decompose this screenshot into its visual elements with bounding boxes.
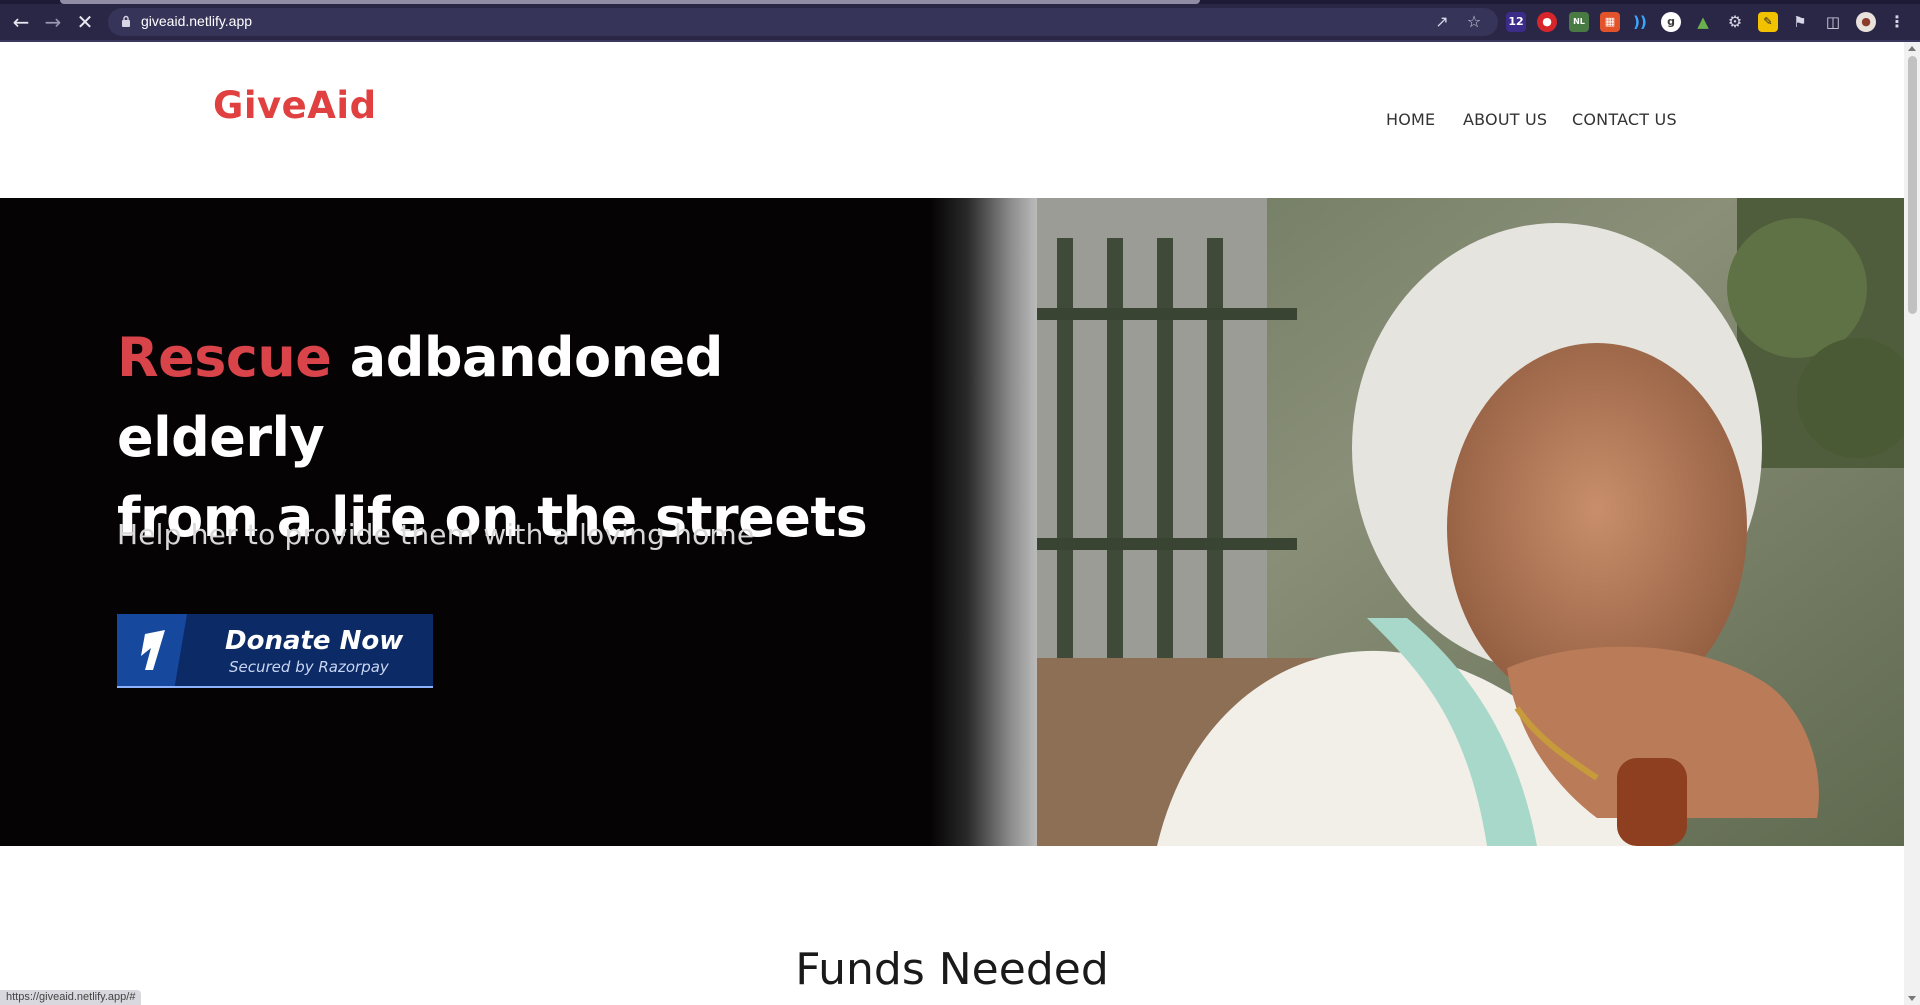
funds-needed-heading: Funds Needed — [795, 944, 1109, 995]
scrollbar-thumb[interactable] — [1908, 56, 1917, 314]
more-menu-icon[interactable]: ⋮ — [1887, 12, 1907, 32]
settings-gear-icon[interactable]: ⚙ — [1725, 12, 1745, 32]
hero-subtitle: Help her to provide them with a loving h… — [117, 518, 755, 551]
hero-gradient-divider — [930, 198, 1038, 846]
stop-loading-icon[interactable]: ✕ — [74, 11, 96, 33]
share-icon[interactable]: ↗ — [1431, 11, 1453, 33]
nav-contact-link[interactable]: CONTACT US — [1572, 110, 1677, 129]
office-extension-icon[interactable]: ▦ — [1600, 12, 1620, 32]
web-page: GiveAid HOME ABOUT US CONTACT US Rescue … — [0, 42, 1904, 1005]
page-scrollbar[interactable] — [1904, 42, 1920, 1005]
notes-extension-icon[interactable]: ✎ — [1758, 12, 1778, 32]
razorpay-logo-icon — [141, 630, 165, 670]
nl-extension-icon[interactable]: NL — [1569, 12, 1589, 32]
extensions-puzzle-icon[interactable]: ⚑ — [1790, 12, 1810, 32]
nav-about-link[interactable]: ABOUT US — [1463, 110, 1547, 129]
elderly-woman-photo — [1037, 198, 1904, 846]
active-tab-indicator[interactable] — [60, 0, 1200, 4]
lock-icon — [122, 15, 130, 27]
bookmark-star-icon[interactable]: ☆ — [1463, 11, 1485, 33]
back-arrow-icon[interactable]: ← — [10, 11, 32, 33]
donate-button-subtitle: Secured by Razorpay — [229, 658, 389, 676]
side-panel-icon[interactable]: ◫ — [1823, 12, 1843, 32]
hero-banner: Rescue adbandoned elderly from a life on… — [0, 198, 1904, 846]
grammar-extension-icon[interactable]: g — [1661, 12, 1681, 32]
profile-avatar[interactable]: ● — [1856, 12, 1876, 32]
nav-home-link[interactable]: HOME — [1386, 110, 1435, 129]
scroll-up-arrow-icon[interactable] — [1908, 46, 1916, 51]
site-logo[interactable]: GiveAid — [213, 84, 377, 127]
adblock-extension-icon[interactable]: ● — [1537, 12, 1557, 32]
tab-strip — [0, 0, 1920, 4]
scroll-down-arrow-icon[interactable] — [1908, 996, 1916, 1001]
forward-arrow-icon[interactable]: → — [42, 11, 64, 33]
headline-accent-word: Rescue — [117, 326, 332, 389]
address-bar-url[interactable]: giveaid.netlify.app — [141, 13, 252, 29]
browser-toolbar: ← → ✕ giveaid.netlify.app ↗ ☆ 12 ● NL ▦ … — [0, 0, 1920, 42]
address-bar[interactable] — [108, 8, 1498, 36]
sound-extension-icon[interactable]: )) — [1630, 12, 1650, 32]
link-status-bar: https://giveaid.netlify.app/# — [0, 990, 142, 1005]
donate-button-title: Donate Now — [225, 626, 404, 656]
extension-badge-icon[interactable]: 12 — [1506, 12, 1526, 32]
donate-now-button[interactable]: Donate Now Secured by Razorpay — [117, 614, 433, 688]
tree-extension-icon[interactable]: ▲ — [1693, 12, 1713, 32]
